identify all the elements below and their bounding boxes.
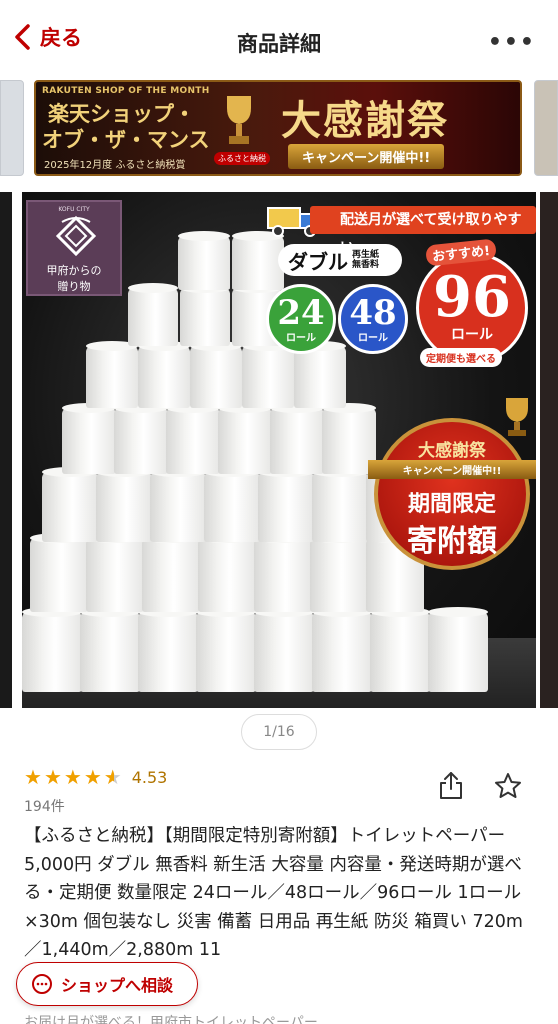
shop-of-the-month-banner[interactable]: RAKUTEN SHOP OF THE MONTH 楽天ショップ・ オブ・ザ・マ… bbox=[34, 80, 522, 176]
toilet-roll bbox=[312, 467, 368, 542]
double-ply-badge: ダブル 再生紙 無香料 bbox=[278, 244, 402, 276]
toilet-roll bbox=[198, 533, 256, 612]
logo-text-line1: 甲府からの bbox=[46, 264, 102, 277]
rating-row[interactable]: ★ ★ ★ ★ ★ 4.53 bbox=[24, 766, 167, 788]
toilet-roll bbox=[254, 533, 312, 612]
48-roll-badge: 48 ロール bbox=[338, 284, 408, 354]
toilet-roll bbox=[242, 341, 294, 408]
toilet-roll bbox=[86, 533, 144, 612]
toilet-roll bbox=[62, 403, 116, 474]
toilet-roll bbox=[22, 607, 82, 692]
24-roll-badge: 24 ロール bbox=[266, 284, 336, 354]
24-roll-unit: ロール bbox=[286, 333, 316, 344]
toilet-roll bbox=[86, 341, 138, 408]
product-image[interactable]: KOFU CITY 甲府からの 贈り物 配送月が選べて受け取りやすい ダブル 再… bbox=[22, 192, 536, 708]
delivery-month-label: 配送月が選べて受け取りやすい bbox=[310, 206, 536, 256]
toilet-roll bbox=[166, 403, 220, 474]
rating-value: 4.53 bbox=[131, 767, 168, 787]
96-roll-number: 96 bbox=[433, 264, 511, 330]
subscription-label: 定期便も選べる bbox=[420, 348, 502, 367]
trophy-icon bbox=[227, 96, 251, 144]
more-options-icon[interactable]: ••• bbox=[488, 30, 536, 55]
logo-city-text: KOFU CITY bbox=[58, 206, 90, 213]
favorite-star-icon[interactable] bbox=[494, 772, 522, 800]
toilet-roll bbox=[310, 533, 368, 612]
image-pager: 1/16 bbox=[241, 714, 317, 750]
48-roll-number: 48 bbox=[349, 293, 397, 333]
share-icon[interactable] bbox=[438, 770, 464, 800]
banner-big-text: 大感謝祭 bbox=[281, 98, 449, 144]
toilet-roll bbox=[80, 607, 140, 692]
48-roll-unit: ロール bbox=[358, 333, 388, 344]
toilet-roll bbox=[232, 231, 284, 290]
star-icon: ★ bbox=[83, 765, 102, 789]
prev-image-peek[interactable] bbox=[0, 192, 12, 708]
chat-bubble-icon bbox=[32, 974, 52, 994]
toilet-roll bbox=[96, 467, 152, 542]
half-star-icon: ★ bbox=[103, 765, 122, 789]
kofu-city-logo: KOFU CITY 甲府からの 贈り物 bbox=[26, 200, 122, 296]
toilet-roll bbox=[178, 231, 230, 290]
banner-badge: ふるさと納税 bbox=[214, 152, 270, 165]
consult-shop-button[interactable]: ショップへ相談 bbox=[16, 962, 198, 1006]
limited-time-campaign-badge: 大感謝祭 キャンペーン開催中!! 期間限定 寄附額 bbox=[368, 418, 536, 570]
toilet-roll bbox=[270, 403, 324, 474]
campaign-limited: 期間限定 bbox=[407, 492, 496, 517]
toilet-roll bbox=[138, 341, 190, 408]
campaign-ribbon: キャンペーン開催中!! bbox=[368, 460, 536, 479]
banner-line2: オブ・ザ・マンス bbox=[42, 128, 210, 152]
toilet-roll bbox=[196, 607, 256, 692]
toilet-roll bbox=[294, 341, 346, 408]
next-image-peek[interactable] bbox=[540, 192, 558, 708]
unscented-label: 無香料 bbox=[352, 260, 380, 270]
product-title: 【ふるさと納税】【期間限定特別寄附額】トイレットペーパー 5,000円 ダブル … bbox=[24, 826, 523, 960]
review-count[interactable]: 194件 bbox=[24, 796, 65, 816]
product-subtitle-partial: お届け月が選べる！甲府市トイレットペーパー bbox=[24, 1015, 318, 1024]
campaign-trophy-icon bbox=[506, 398, 528, 436]
banner-carousel[interactable]: RAKUTEN SHOP OF THE MONTH 楽天ショップ・ オブ・ザ・マ… bbox=[0, 80, 558, 180]
next-banner-thumbnail[interactable] bbox=[534, 80, 558, 176]
campaign-title: 大感謝祭 bbox=[418, 441, 486, 461]
campaign-donation: 寄附額 bbox=[407, 524, 497, 559]
star-icon: ★ bbox=[24, 765, 42, 789]
prev-banner-thumbnail[interactable] bbox=[0, 80, 24, 176]
toilet-roll bbox=[30, 533, 88, 612]
toilet-roll bbox=[142, 533, 200, 612]
toilet-roll bbox=[370, 607, 430, 692]
banner-line3: 2025年12月度 ふるさと納税賞 bbox=[44, 160, 186, 171]
toilet-roll bbox=[42, 467, 98, 542]
toilet-roll bbox=[258, 467, 314, 542]
toilet-roll bbox=[128, 283, 178, 346]
toilet-roll bbox=[254, 607, 314, 692]
app-header: 戻る 商品詳細 ••• bbox=[0, 0, 558, 80]
toilet-roll bbox=[218, 403, 272, 474]
double-label: ダブル bbox=[288, 249, 348, 274]
toilet-roll bbox=[138, 607, 198, 692]
toilet-roll bbox=[312, 607, 372, 692]
banner-top-text: RAKUTEN SHOP OF THE MONTH bbox=[42, 86, 210, 96]
24-roll-number: 24 bbox=[277, 293, 325, 333]
star-icon: ★ bbox=[63, 765, 82, 789]
toilet-roll bbox=[190, 341, 242, 408]
recycled-paper-label: 再生紙 bbox=[352, 250, 380, 260]
toilet-roll bbox=[114, 403, 168, 474]
product-image-carousel[interactable]: KOFU CITY 甲府からの 贈り物 配送月が選べて受け取りやすい ダブル 再… bbox=[0, 192, 558, 708]
toilet-roll bbox=[180, 283, 230, 346]
toilet-roll bbox=[150, 467, 206, 542]
consult-label: ショップへ相談 bbox=[61, 976, 174, 995]
knot-logo-icon bbox=[55, 215, 97, 257]
toilet-roll bbox=[428, 607, 488, 692]
banner-sub-text: キャンペーン開催中!! bbox=[288, 144, 445, 169]
page-title: 商品詳細 bbox=[237, 32, 321, 56]
toilet-roll bbox=[204, 467, 260, 542]
logo-text-line2: 贈り物 bbox=[57, 280, 91, 293]
double-sub-label: 再生紙 無香料 bbox=[352, 250, 379, 270]
star-icon: ★ bbox=[43, 765, 62, 789]
